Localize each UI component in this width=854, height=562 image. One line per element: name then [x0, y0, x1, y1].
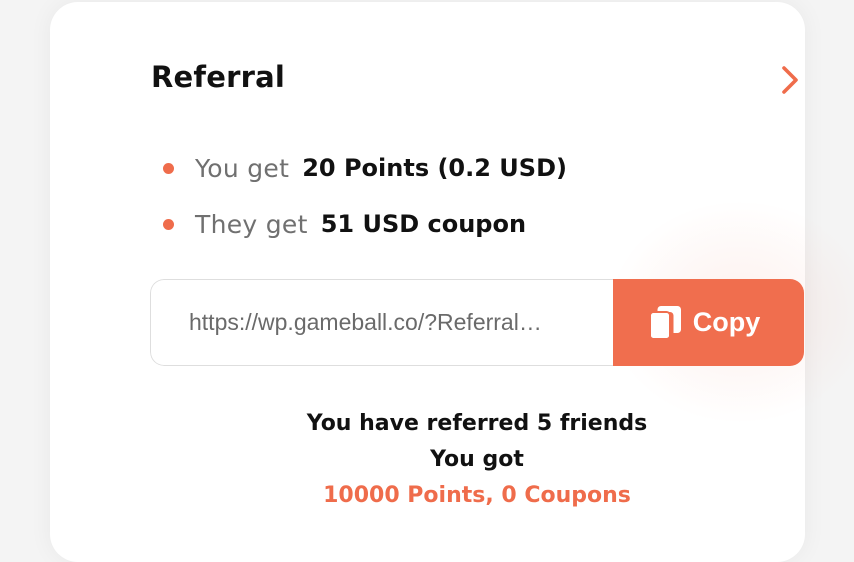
chevron-right-icon[interactable]: [777, 65, 801, 95]
referral-link-text: https://wp.gameball.co/?Referral…: [189, 309, 542, 335]
benefit-value: 51 USD coupon: [320, 210, 527, 238]
benefit-prefix: You get: [195, 153, 290, 183]
benefit-prefix: They get: [195, 209, 308, 239]
referral-link-field[interactable]: https://wp.gameball.co/?Referral…: [150, 279, 613, 366]
benefit-they-get: They get 51 USD coupon: [163, 196, 567, 252]
earned-rewards-text: 10000 Points, 0 Coupons: [323, 483, 631, 508]
copy-button-label: Copy: [692, 307, 761, 337]
referral-title: Referral: [151, 60, 285, 94]
you-got-text: You got: [430, 447, 524, 472]
bullet-dot: [163, 162, 174, 174]
copy-button[interactable]: Copy: [613, 279, 804, 366]
referral-link-group: https://wp.gameball.co/?Referral… Copy: [150, 279, 804, 366]
referral-card: Referral You get 20 Points (0.2 USD) The…: [50, 2, 854, 562]
referral-summary: You have referred 5 friends You got 1000…: [150, 406, 804, 514]
bullet-dot: [163, 218, 174, 230]
benefit-value: 20 Points (0.2 USD): [302, 154, 567, 182]
copy-icon: [648, 305, 681, 340]
benefits-list: You get 20 Points (0.2 USD) They get 51 …: [163, 140, 567, 252]
referred-count-text: You have referred 5 friends: [306, 411, 648, 436]
benefit-you-get: You get 20 Points (0.2 USD): [163, 140, 567, 196]
